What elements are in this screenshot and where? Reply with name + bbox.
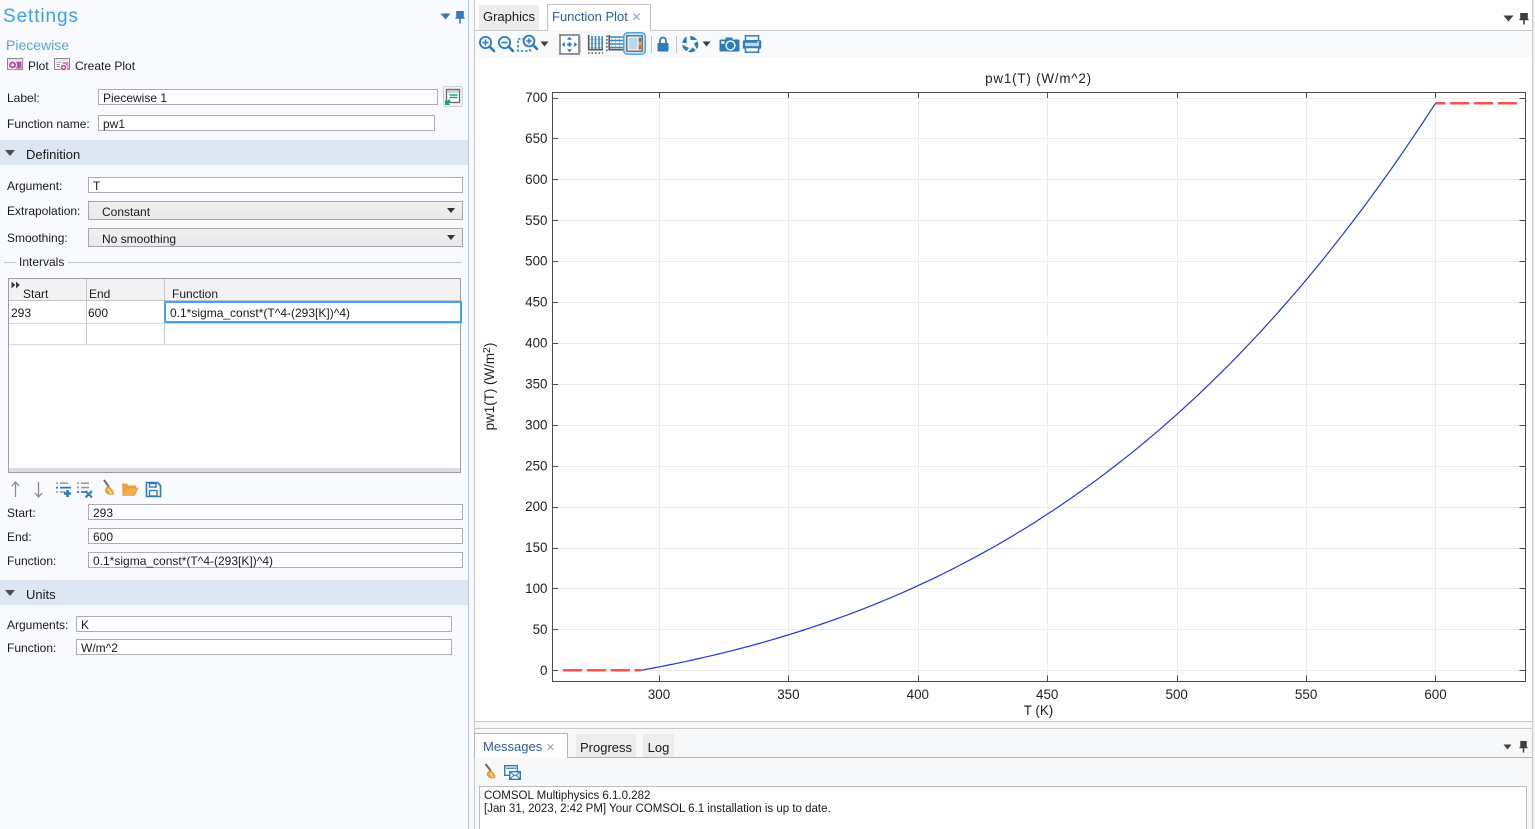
svg-text:300: 300: [648, 687, 670, 702]
svg-text:550: 550: [525, 213, 547, 228]
svg-text:300: 300: [525, 417, 547, 432]
svg-text:600: 600: [1424, 687, 1446, 702]
svg-text:350: 350: [777, 687, 799, 702]
svg-text:250: 250: [525, 458, 547, 473]
svg-text:600: 600: [525, 172, 547, 187]
svg-text:pw1(T) (W/m2): pw1(T) (W/m2): [481, 343, 497, 431]
svg-text:150: 150: [525, 540, 547, 555]
svg-text:0: 0: [540, 663, 547, 678]
svg-text:450: 450: [525, 295, 547, 310]
svg-text:200: 200: [525, 499, 547, 514]
svg-text:550: 550: [1295, 687, 1317, 702]
svg-text:400: 400: [525, 336, 547, 351]
svg-text:500: 500: [1166, 687, 1188, 702]
svg-text:350: 350: [525, 377, 547, 392]
svg-text:700: 700: [525, 90, 547, 105]
svg-text:500: 500: [525, 254, 547, 269]
svg-text:pw1(T) (W/m^2): pw1(T) (W/m^2): [985, 71, 1092, 86]
svg-text:650: 650: [525, 131, 547, 146]
svg-text:400: 400: [907, 687, 929, 702]
svg-text:450: 450: [1036, 687, 1058, 702]
svg-text:T (K): T (K): [1024, 703, 1054, 718]
svg-text:50: 50: [533, 622, 548, 637]
svg-text:100: 100: [525, 581, 547, 596]
